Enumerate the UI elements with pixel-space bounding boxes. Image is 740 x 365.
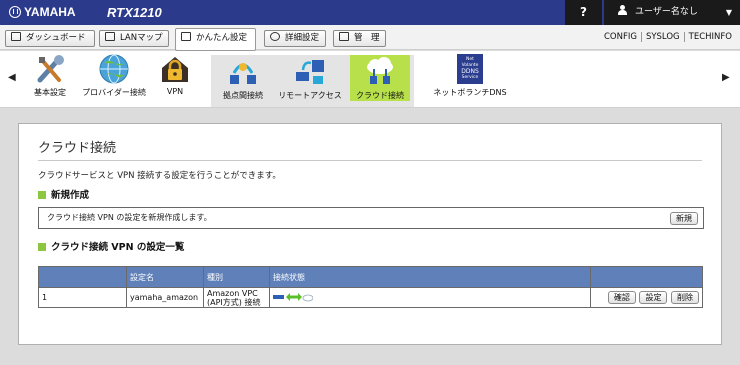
tab-label: かんたん設定 [196, 33, 248, 43]
nav-label: クラウド接続 [356, 91, 404, 100]
row-actions: 確認 設定 削除 [590, 287, 703, 308]
wrench-icon [339, 32, 349, 41]
ddns-icon: Net Volante DDNS Service [457, 54, 483, 84]
list-section-heading: クラウド接続 VPN の設定一覧 [38, 239, 184, 253]
lan-map-icon [105, 32, 115, 41]
tab-easy-setup[interactable]: かんたん設定 [175, 28, 256, 51]
user-name: ユーザー名なし [635, 7, 698, 17]
yamaha-logo: YAMAHA [9, 5, 76, 19]
feature-nav: ◀ 基本設定 プロバイダー接続 VPN 拠点間接続 リモートアクセス クラウド接… [0, 51, 740, 108]
user-menu[interactable]: ユーザー名なし ▼ [604, 0, 740, 25]
vpn-settings-table: 設定名 種別 接続状態 1 yamaha_amazon Amazon VPC (… [38, 266, 703, 308]
divider [38, 160, 702, 161]
hand-icon [181, 32, 191, 41]
yamaha-mark-icon [9, 6, 21, 18]
vpn-subnav: 拠点間接続 リモートアクセス クラウド接続 [211, 55, 414, 107]
nav-label: VPN [166, 87, 184, 96]
main-tabs: ダッシュボード LANマップ かんたん設定 詳細設定 管 理 CONFIG SYS… [0, 25, 740, 51]
site-to-site-icon [227, 57, 259, 87]
column-header-no [38, 266, 127, 288]
connection-status-icon [273, 292, 314, 304]
table-header-row: 設定名 種別 接続状態 [38, 266, 703, 288]
nav-site-to-site[interactable]: 拠点間接続 [213, 57, 273, 101]
nav-label: 基本設定 [34, 88, 66, 97]
new-button[interactable]: 新規 [670, 212, 698, 225]
nav-label: リモートアクセス [278, 91, 342, 100]
header-bar: YAMAHA RTX1210 ? ユーザー名なし ▼ [0, 0, 740, 25]
scroll-right-icon[interactable]: ▶ [722, 72, 730, 83]
nav-netvolante-dns[interactable]: Net Volante DDNS Service ネットボランチDNS [425, 54, 515, 98]
nav-remote-access[interactable]: リモートアクセス [275, 57, 345, 101]
row-status [269, 287, 591, 308]
nav-label: 拠点間接続 [223, 91, 263, 100]
new-section-text: クラウド接続 VPN の設定を新規作成します。 [47, 213, 212, 222]
column-header-actions [590, 266, 703, 288]
page-title: クラウド接続 [38, 141, 117, 156]
tab-label: ダッシュボード [26, 33, 86, 43]
chevron-down-icon: ▼ [725, 8, 732, 17]
column-header-type: 種別 [203, 266, 270, 288]
gear-icon [270, 32, 280, 41]
nav-basic-settings[interactable]: 基本設定 [30, 54, 70, 98]
tab-label: 詳細設定 [285, 33, 320, 43]
tab-management[interactable]: 管 理 [333, 30, 386, 47]
new-section-heading: 新規作成 [38, 187, 89, 201]
remote-access-icon [294, 57, 326, 87]
cloud-connection-panel: クラウド接続 クラウドサービスと VPN 接続する設定を行うことができます。 新… [18, 123, 722, 345]
tab-dashboard[interactable]: ダッシュボード [5, 30, 95, 47]
row-number: 1 [38, 287, 127, 308]
nav-label: ネットボランチDNS [433, 88, 507, 97]
globe-icon [98, 54, 130, 84]
nav-label: プロバイダー接続 [82, 88, 146, 97]
config-link[interactable]: CONFIG [600, 32, 641, 42]
techinfo-link[interactable]: TECHINFO [683, 32, 736, 42]
column-header-status: 接続状態 [269, 266, 591, 288]
scroll-left-icon[interactable]: ◀ [8, 72, 16, 83]
wrench-screwdriver-icon [34, 54, 66, 84]
nav-provider-connection[interactable]: プロバイダー接続 [79, 54, 149, 98]
syslog-link[interactable]: SYSLOG [640, 32, 684, 42]
nav-cloud-connection[interactable]: クラウド接続 [350, 55, 410, 101]
help-button[interactable]: ? [565, 0, 602, 25]
nav-vpn[interactable]: VPN [157, 54, 193, 96]
page-description: クラウドサービスと VPN 接続する設定を行うことができます。 [38, 171, 281, 181]
user-icon [618, 5, 627, 15]
utility-links: CONFIG SYSLOG TECHINFO [600, 32, 736, 42]
confirm-button[interactable]: 確認 [607, 291, 636, 304]
model-name: RTX1210 [107, 5, 162, 20]
tab-label: 管 理 [354, 33, 380, 43]
new-section-box: クラウド接続 VPN の設定を新規作成します。 新規 [38, 207, 704, 229]
column-header-name: 設定名 [126, 266, 204, 288]
brand-name: YAMAHA [24, 5, 76, 19]
row-type: Amazon VPC (API方式) 接続 [203, 287, 270, 308]
delete-button[interactable]: 削除 [671, 291, 699, 304]
dashboard-icon [11, 32, 21, 41]
table-row: 1 yamaha_amazon Amazon VPC (API方式) 接続 確認… [38, 287, 703, 308]
row-name: yamaha_amazon [126, 287, 204, 308]
tab-label: LANマップ [120, 33, 163, 43]
tab-lan-map[interactable]: LANマップ [99, 30, 169, 47]
cloud-icon [364, 57, 396, 87]
badge-text: Service [461, 75, 479, 80]
settings-button[interactable]: 設定 [639, 291, 668, 304]
tab-advanced-settings[interactable]: 詳細設定 [264, 30, 326, 47]
lock-house-icon [159, 54, 191, 84]
